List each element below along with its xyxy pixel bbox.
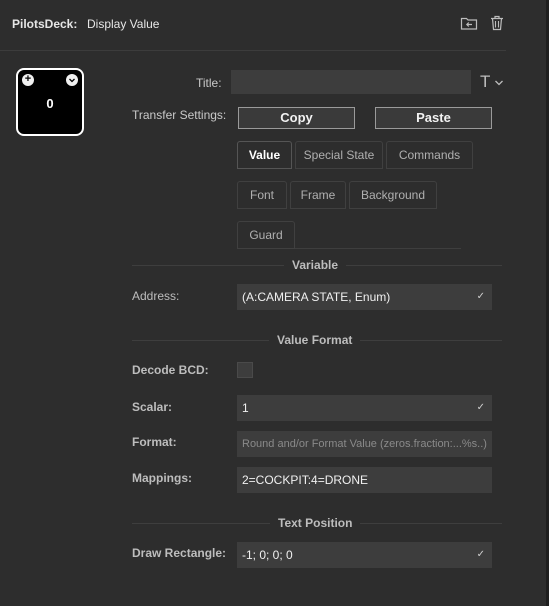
draw-rectangle-select[interactable]: -1; 0; 0; 0 ✓ [237, 542, 492, 568]
tab-value[interactable]: Value [237, 141, 292, 169]
format-label: Format: [132, 435, 177, 449]
paste-button[interactable]: Paste [375, 107, 492, 129]
action-name: Display Value [87, 17, 160, 31]
key-preview: + 0 [16, 68, 84, 136]
chevron-down-icon[interactable] [494, 79, 504, 87]
decode-bcd-label: Decode BCD: [132, 363, 209, 377]
tab-font[interactable]: Font [237, 181, 287, 209]
plugin-name: PilotsDeck: [12, 17, 78, 31]
address-label: Address: [132, 289, 180, 303]
transfer-settings-label: Transfer Settings: [132, 108, 227, 122]
trash-icon[interactable] [488, 14, 506, 32]
tab-guard[interactable]: Guard [237, 221, 295, 249]
plus-icon[interactable]: + [22, 74, 34, 86]
folder-back-icon[interactable] [460, 14, 478, 32]
mappings-input[interactable]: 2=COCKPIT:4=DRONE [237, 467, 492, 493]
tab-strip-divider [295, 248, 461, 249]
variable-section-title: Variable [284, 258, 347, 272]
decode-bcd-checkbox[interactable] [237, 362, 253, 378]
scalar-label: Scalar: [132, 400, 173, 414]
value-format-section-title: Value Format [269, 333, 361, 347]
tab-background[interactable]: Background [349, 181, 437, 209]
tab-frame[interactable]: Frame [290, 181, 346, 209]
chevron-down-icon[interactable] [66, 74, 78, 86]
header-divider [0, 50, 506, 51]
scalar-select[interactable]: 1 ✓ [237, 395, 492, 421]
checkmark-icon: ✓ [476, 291, 485, 302]
address-select[interactable]: (A:CAMERA STATE, Enum) ✓ [237, 284, 492, 310]
preview-value: 0 [46, 96, 54, 111]
tab-commands[interactable]: Commands [386, 141, 473, 169]
draw-rectangle-label: Draw Rectangle: [132, 546, 227, 560]
format-input[interactable]: Round and/or Format Value (zeros.fractio… [237, 431, 492, 457]
title-label: Title: [196, 76, 222, 90]
tab-special-state[interactable]: Special State [295, 141, 383, 169]
checkmark-icon: ✓ [476, 402, 485, 413]
text-position-section-title: Text Position [270, 516, 361, 530]
header: PilotsDeck: Display Value [0, 0, 546, 50]
title-input[interactable] [231, 70, 471, 94]
mappings-label: Mappings: [132, 471, 192, 485]
copy-button[interactable]: Copy [238, 107, 355, 129]
font-type-icon[interactable]: T [480, 72, 490, 92]
checkmark-icon: ✓ [476, 549, 485, 560]
